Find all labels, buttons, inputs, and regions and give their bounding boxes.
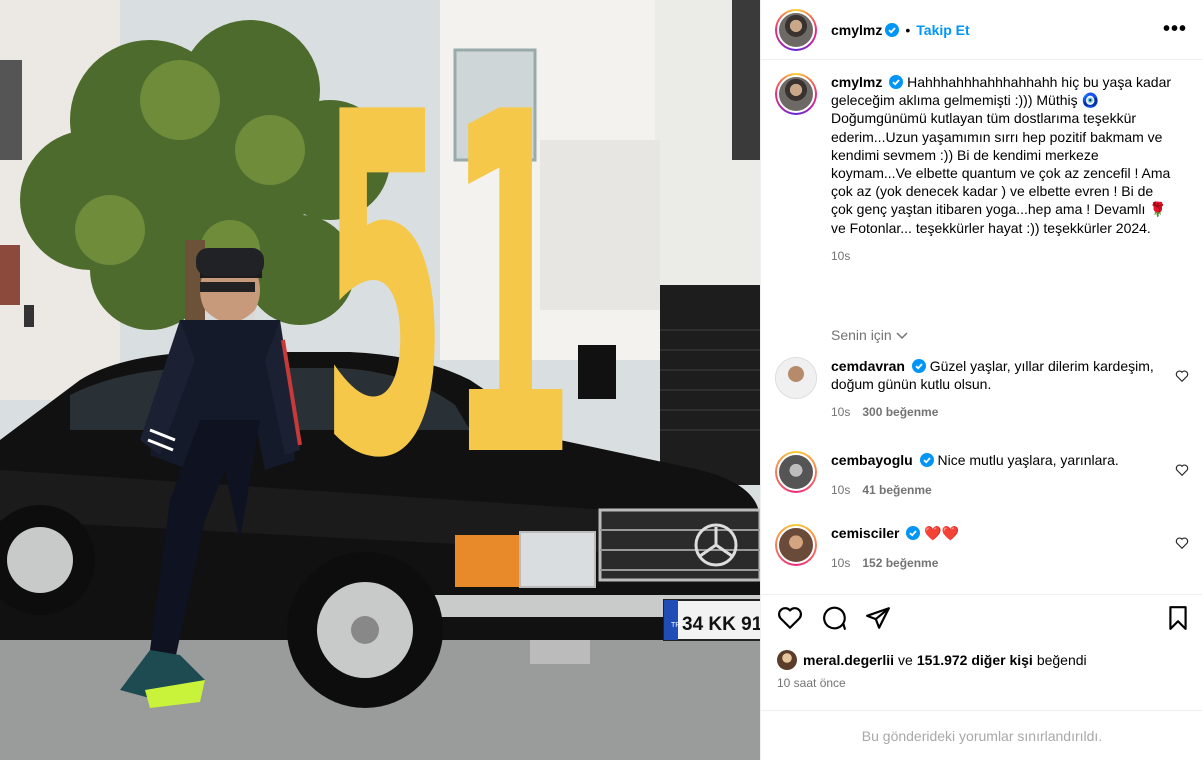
comment-like-count[interactable]: 300 beğenme — [862, 405, 938, 419]
comment-time: 10s — [831, 556, 851, 571]
post-header: cmylmz • Takip Et ••• — [761, 0, 1202, 60]
like-comment-heart-icon[interactable] — [1175, 463, 1189, 477]
comment-sort-label: Senin için — [831, 327, 892, 343]
comment-time: 10s — [831, 405, 851, 420]
share-send-icon[interactable] — [865, 605, 891, 631]
author-avatar[interactable] — [775, 8, 817, 51]
license-plate: 34 KK 912 — [682, 614, 760, 635]
plate-country: TR — [671, 622, 680, 629]
verified-badge-icon — [889, 75, 904, 89]
comments-scroll-area[interactable]: cmylmz Hahhhahhhahhhahhahh hiç bu yaşa k… — [761, 61, 1202, 593]
commenter-avatar[interactable] — [775, 357, 817, 399]
commenter-username[interactable]: cemisciler — [831, 525, 900, 541]
commenter-avatar[interactable] — [775, 524, 817, 566]
comment-sort-dropdown[interactable]: Senin için — [831, 327, 908, 343]
comment-like-count[interactable]: 41 beğenme — [862, 483, 931, 497]
caption-body: cmylmz Hahhhahhhahhhahhahh hiç bu yaşa k… — [831, 73, 1177, 265]
commenter-username[interactable]: cemdavran — [831, 358, 905, 374]
verified-badge-icon — [911, 359, 926, 373]
commenter-avatar[interactable] — [775, 451, 817, 493]
other-likers-count[interactable]: 151.972 diğer kişi — [917, 652, 1033, 668]
likes-connector: ve — [898, 652, 913, 668]
follow-button[interactable]: Takip Et — [916, 22, 969, 38]
separator-dot: • — [905, 21, 911, 38]
photo-illustration: TR 34 KK 912 51 — [0, 0, 760, 760]
liker-avatar[interactable] — [777, 650, 797, 670]
like-heart-icon[interactable] — [777, 605, 803, 631]
save-bookmark-icon[interactable] — [1165, 605, 1191, 631]
post-dialog: TR 34 KK 912 51 cmylm — [0, 0, 1202, 760]
first-liker-username[interactable]: meral.degerlii — [803, 652, 894, 668]
comment-time: 10s — [831, 483, 851, 498]
more-options-icon[interactable]: ••• — [1163, 18, 1187, 41]
caption-author-avatar[interactable] — [775, 73, 817, 115]
comment-bubble-icon[interactable] — [821, 605, 847, 631]
comment-item: cemdavran Güzel yaşlar, yıllar dilerim k… — [775, 357, 1195, 422]
comment-text: ❤️❤️ — [924, 525, 960, 541]
commenter-username[interactable]: cembayoglu — [831, 452, 913, 468]
post-caption: cmylmz Hahhhahhhahhhahhahh hiç bu yaşa k… — [775, 73, 1185, 265]
author-username[interactable]: cmylmz — [831, 22, 882, 38]
post-timestamp: 10 saat önce — [777, 676, 846, 690]
age-number: 51 — [320, 14, 575, 561]
comment-body: cemisciler ❤️❤️ 10s 152 beğenme — [831, 524, 1161, 572]
like-comment-heart-icon[interactable] — [1175, 536, 1189, 550]
verified-badge-icon — [885, 22, 900, 37]
post-side-panel: cmylmz • Takip Et ••• cmylmz Hahhhahhhah… — [760, 0, 1202, 760]
likes-summary: meral.degerlii ve 151.972 diğer kişi beğ… — [777, 650, 1087, 670]
comment-item: cemisciler ❤️❤️ 10s 152 beğenme — [775, 524, 1195, 572]
comment-item: cembayoglu Nice mutlu yaşlara, yarınlara… — [775, 451, 1195, 499]
comments-limited-notice: Bu gönderideki yorumlar sınırlandırıldı. — [761, 710, 1202, 760]
caption-text: Hahhhahhhahhhahhahh hiç bu yaşa kadar ge… — [831, 74, 1172, 236]
caption-username[interactable]: cmylmz — [831, 74, 882, 90]
likes-suffix: beğendi — [1036, 652, 1087, 668]
comment-like-count[interactable]: 152 beğenme — [862, 556, 938, 570]
like-comment-heart-icon[interactable] — [1175, 369, 1189, 383]
comments-limited-text: Bu gönderideki yorumlar sınırlandırıldı. — [861, 727, 1103, 744]
caption-time: 10s — [831, 248, 851, 263]
comment-text: Nice mutlu yaşlara, yarınlara. — [937, 452, 1119, 468]
verified-badge-icon — [906, 526, 921, 540]
comment-body: cembayoglu Nice mutlu yaşlara, yarınlara… — [831, 451, 1161, 499]
comment-body: cemdavran Güzel yaşlar, yıllar dilerim k… — [831, 357, 1161, 422]
verified-badge-icon — [919, 453, 934, 467]
post-photo[interactable]: TR 34 KK 912 51 — [0, 0, 760, 760]
chevron-down-icon — [896, 332, 908, 340]
post-action-bar — [761, 594, 1202, 638]
